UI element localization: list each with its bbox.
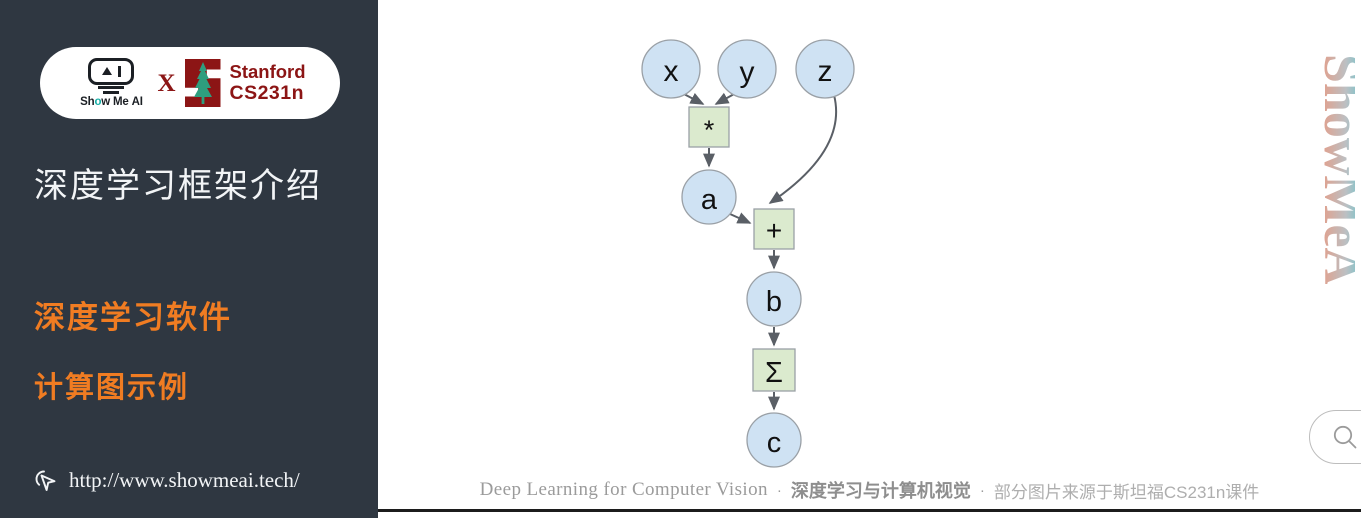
- footer-note: 部分图片来源于斯坦福CS231n课件: [993, 482, 1260, 502]
- node-label-y: y: [740, 56, 755, 89]
- footer-english: Deep Learning for Computer Vision: [479, 479, 768, 500]
- footer-caption: Deep Learning for Computer Vision · 深度学习…: [378, 475, 1361, 505]
- edge-z-add: [768, 94, 838, 204]
- node-label-sum: Σ: [765, 357, 783, 389]
- operation-nodes: [688, 106, 796, 392]
- section-subtitle-primary: 深度学习软件: [34, 300, 232, 335]
- website-url-row[interactable]: http://www.showmeai.tech/: [30, 465, 300, 495]
- brand-logo-pill: Show Me AI X Stanford CS231n: [40, 47, 340, 119]
- website-url-text: http://www.showmeai.tech/: [69, 467, 300, 492]
- stanford-tree-icon: [184, 59, 221, 107]
- search-icon: [1333, 425, 1357, 449]
- section-subtitle-secondary: 计算图示例: [34, 372, 190, 404]
- node-label-c: c: [767, 427, 782, 459]
- footer-sep-1: ·: [776, 481, 782, 499]
- edge-a-add: [729, 212, 752, 224]
- cross-separator: X: [157, 69, 176, 97]
- footer-divider: [378, 509, 1361, 512]
- tree-glyph: [193, 62, 212, 104]
- bar-glyph: [117, 65, 122, 77]
- monitor-neck: [98, 86, 125, 89]
- page-title: 深度学习框架介绍: [34, 167, 322, 205]
- stanford-line-1: Stanford: [229, 60, 306, 82]
- monitor-stand: [103, 91, 120, 95]
- variable-nodes: [641, 39, 855, 468]
- node-label-z: z: [818, 55, 833, 88]
- wechat-search-box[interactable]: 搜索 | 微信 ShowMeAI 研究中心: [1309, 410, 1361, 464]
- footer-chinese: 深度学习与计算机视觉: [790, 481, 971, 501]
- stanford-cs231n-label: Stanford CS231n: [230, 61, 306, 106]
- computational-graph-diagram: x y z * a + b Σ c: [641, 39, 855, 468]
- watermark-text: ShowMeAI: [1313, 54, 1355, 284]
- showmeai-wordmark: Show Me AI: [80, 96, 143, 109]
- footer-sep-2: ·: [979, 481, 985, 499]
- node-label-mul: *: [704, 115, 715, 145]
- showmeai-watermark: ShowMeAI: [1313, 54, 1355, 284]
- mouse-pointer-icon: [35, 470, 56, 491]
- node-label-a: a: [701, 184, 718, 216]
- robot-monitor-icon: [88, 57, 135, 85]
- main-canvas: x y z * a + b Σ c ShowMeAI 搜索 | 微信 ShowM…: [378, 0, 1361, 518]
- caret-glyph: [101, 67, 112, 76]
- node-label-x: x: [664, 55, 679, 88]
- node-label-b: b: [766, 286, 782, 318]
- showmeai-logo: Show Me AI: [74, 57, 148, 109]
- node-label-add: +: [766, 215, 782, 246]
- stanford-line-2: CS231n: [229, 82, 305, 105]
- sidebar: Show Me AI X Stanford CS231n 深度学习框架介绍 深度…: [0, 0, 378, 518]
